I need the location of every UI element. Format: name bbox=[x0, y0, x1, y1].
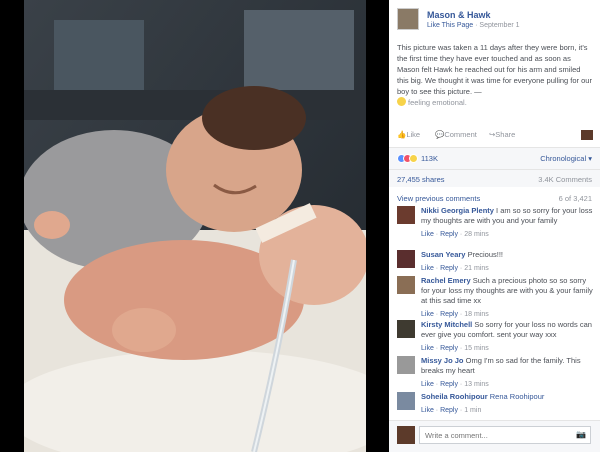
comment-reply-link[interactable]: Reply bbox=[440, 381, 458, 388]
stats-bar: 27,455 shares 3.4K Comments bbox=[389, 169, 600, 187]
comment-like-link[interactable]: Like bbox=[421, 407, 434, 414]
reaction-count[interactable]: 113K bbox=[421, 154, 438, 163]
comment-body: Rachel Emery Such a precious photo so so… bbox=[421, 276, 593, 320]
page-avatar[interactable] bbox=[397, 8, 419, 30]
commenter-avatar[interactable] bbox=[397, 206, 415, 224]
comment-meta: Like · Reply · 1 min bbox=[421, 407, 482, 414]
comment-time[interactable]: 1 min bbox=[464, 407, 481, 414]
comment-like-link[interactable]: Like bbox=[421, 381, 434, 388]
post-text: This picture was taken a 11 days after t… bbox=[397, 42, 593, 108]
commenter-name[interactable]: Rachel Emery bbox=[421, 276, 471, 285]
shares-count[interactable]: 27,455 shares bbox=[397, 175, 445, 184]
viewer-avatar[interactable] bbox=[581, 130, 593, 140]
view-previous-comments-link[interactable]: View previous comments bbox=[397, 194, 480, 203]
comment-meta: Like · Reply · 13 mins bbox=[421, 381, 489, 388]
comment-label: Comment bbox=[444, 130, 477, 139]
comment-sort-dropdown[interactable]: Chronological ▾ bbox=[540, 154, 592, 163]
comments-count: 3.4K Comments bbox=[538, 175, 592, 184]
commenter-name[interactable]: Missy Jo Jo bbox=[421, 356, 464, 365]
comment-text: Precious!!! bbox=[467, 250, 504, 259]
like-label: Like bbox=[406, 130, 421, 139]
comments-paging: 6 of 3,421 bbox=[558, 194, 592, 203]
comment-reply-link[interactable]: Reply bbox=[440, 407, 458, 414]
emotional-emoji-icon bbox=[397, 97, 406, 106]
comment-like-link[interactable]: Like bbox=[421, 265, 434, 272]
reaction-icons[interactable] bbox=[397, 154, 419, 164]
sad-reaction-icon bbox=[409, 154, 418, 163]
post-date[interactable]: September 1 bbox=[479, 22, 519, 29]
sort-label: Chronological bbox=[540, 154, 587, 163]
post-subtitle: Like This Page · September 1 bbox=[427, 22, 520, 29]
post-actions: 👍 Like 💬 Comment ↪ Share bbox=[397, 130, 593, 144]
comment-body: Susan Yeary Precious!!! Like · Reply · 2… bbox=[421, 250, 593, 274]
comment-meta: Like · Reply · 15 mins bbox=[421, 345, 489, 352]
commenter-name[interactable]: Susan Yeary bbox=[421, 250, 465, 259]
commenter-name[interactable]: Kirsty Mitchell bbox=[421, 320, 472, 329]
comment-body: Nikki Georgia Plenty I am so so sorry fo… bbox=[421, 206, 593, 240]
feeling-text: feeling emotional. bbox=[408, 98, 467, 107]
reactions-bar: 113K Chronological ▾ bbox=[389, 147, 600, 169]
comment-button[interactable]: 💬 Comment bbox=[435, 130, 477, 139]
share-label: Share bbox=[495, 130, 516, 139]
like-page-link[interactable]: Like This Page bbox=[427, 22, 473, 29]
comment-body: Missy Jo Jo Omg I'm so sad for the famil… bbox=[421, 356, 593, 390]
commenter-avatar[interactable] bbox=[397, 356, 415, 374]
camera-icon[interactable]: 📷 bbox=[576, 430, 586, 439]
commenter-name[interactable]: Soheila Roohipour bbox=[421, 392, 488, 401]
like-button[interactable]: 👍 Like bbox=[397, 130, 420, 139]
comment-reply-link[interactable]: Reply bbox=[440, 265, 458, 272]
comment-body: Kirsty Mitchell So sorry for your loss n… bbox=[421, 320, 593, 354]
comment-time[interactable]: 28 mins bbox=[464, 231, 489, 238]
photo-image bbox=[24, 0, 366, 452]
commenter-avatar[interactable] bbox=[397, 392, 415, 410]
comment-text[interactable]: Rena Roohipour bbox=[490, 392, 545, 401]
comment-input[interactable] bbox=[419, 426, 591, 444]
comment-reply-link[interactable]: Reply bbox=[440, 231, 458, 238]
comment-like-link[interactable]: Like bbox=[421, 231, 434, 238]
comment-time[interactable]: 18 mins bbox=[464, 311, 489, 318]
feeling-line: feeling emotional. bbox=[397, 97, 593, 108]
comment-time[interactable]: 15 mins bbox=[464, 345, 489, 352]
share-button[interactable]: ↪ Share bbox=[489, 130, 515, 139]
comment-reply-link[interactable]: Reply bbox=[440, 345, 458, 352]
comment-body: Soheila Roohipour Rena Roohipour Like · … bbox=[421, 392, 593, 416]
comment-meta: Like · Reply · 28 mins bbox=[421, 231, 489, 238]
page-name[interactable]: Mason & Hawk bbox=[427, 10, 491, 20]
comment-time[interactable]: 21 mins bbox=[464, 265, 489, 272]
comment-like-link[interactable]: Like bbox=[421, 345, 434, 352]
write-comment-bar: 📷 bbox=[389, 420, 600, 452]
comment-meta: Like · Reply · 18 mins bbox=[421, 311, 489, 318]
commenter-name[interactable]: Nikki Georgia Plenty bbox=[421, 206, 494, 215]
post-side-panel: Mason & Hawk Like This Page · September … bbox=[389, 0, 600, 452]
post-header: Mason & Hawk Like This Page · September … bbox=[397, 8, 597, 38]
commenter-avatar[interactable] bbox=[397, 320, 415, 338]
commenter-avatar[interactable] bbox=[397, 250, 415, 268]
commenter-avatar[interactable] bbox=[397, 276, 415, 294]
comment-meta: Like · Reply · 21 mins bbox=[421, 265, 489, 272]
photo-viewer bbox=[0, 0, 389, 452]
post-body: This picture was taken a 11 days after t… bbox=[397, 43, 592, 96]
comment-like-link[interactable]: Like bbox=[421, 311, 434, 318]
comment-reply-link[interactable]: Reply bbox=[440, 311, 458, 318]
current-user-avatar bbox=[397, 426, 415, 444]
comment-time[interactable]: 13 mins bbox=[464, 381, 489, 388]
post-photo[interactable] bbox=[24, 0, 366, 452]
